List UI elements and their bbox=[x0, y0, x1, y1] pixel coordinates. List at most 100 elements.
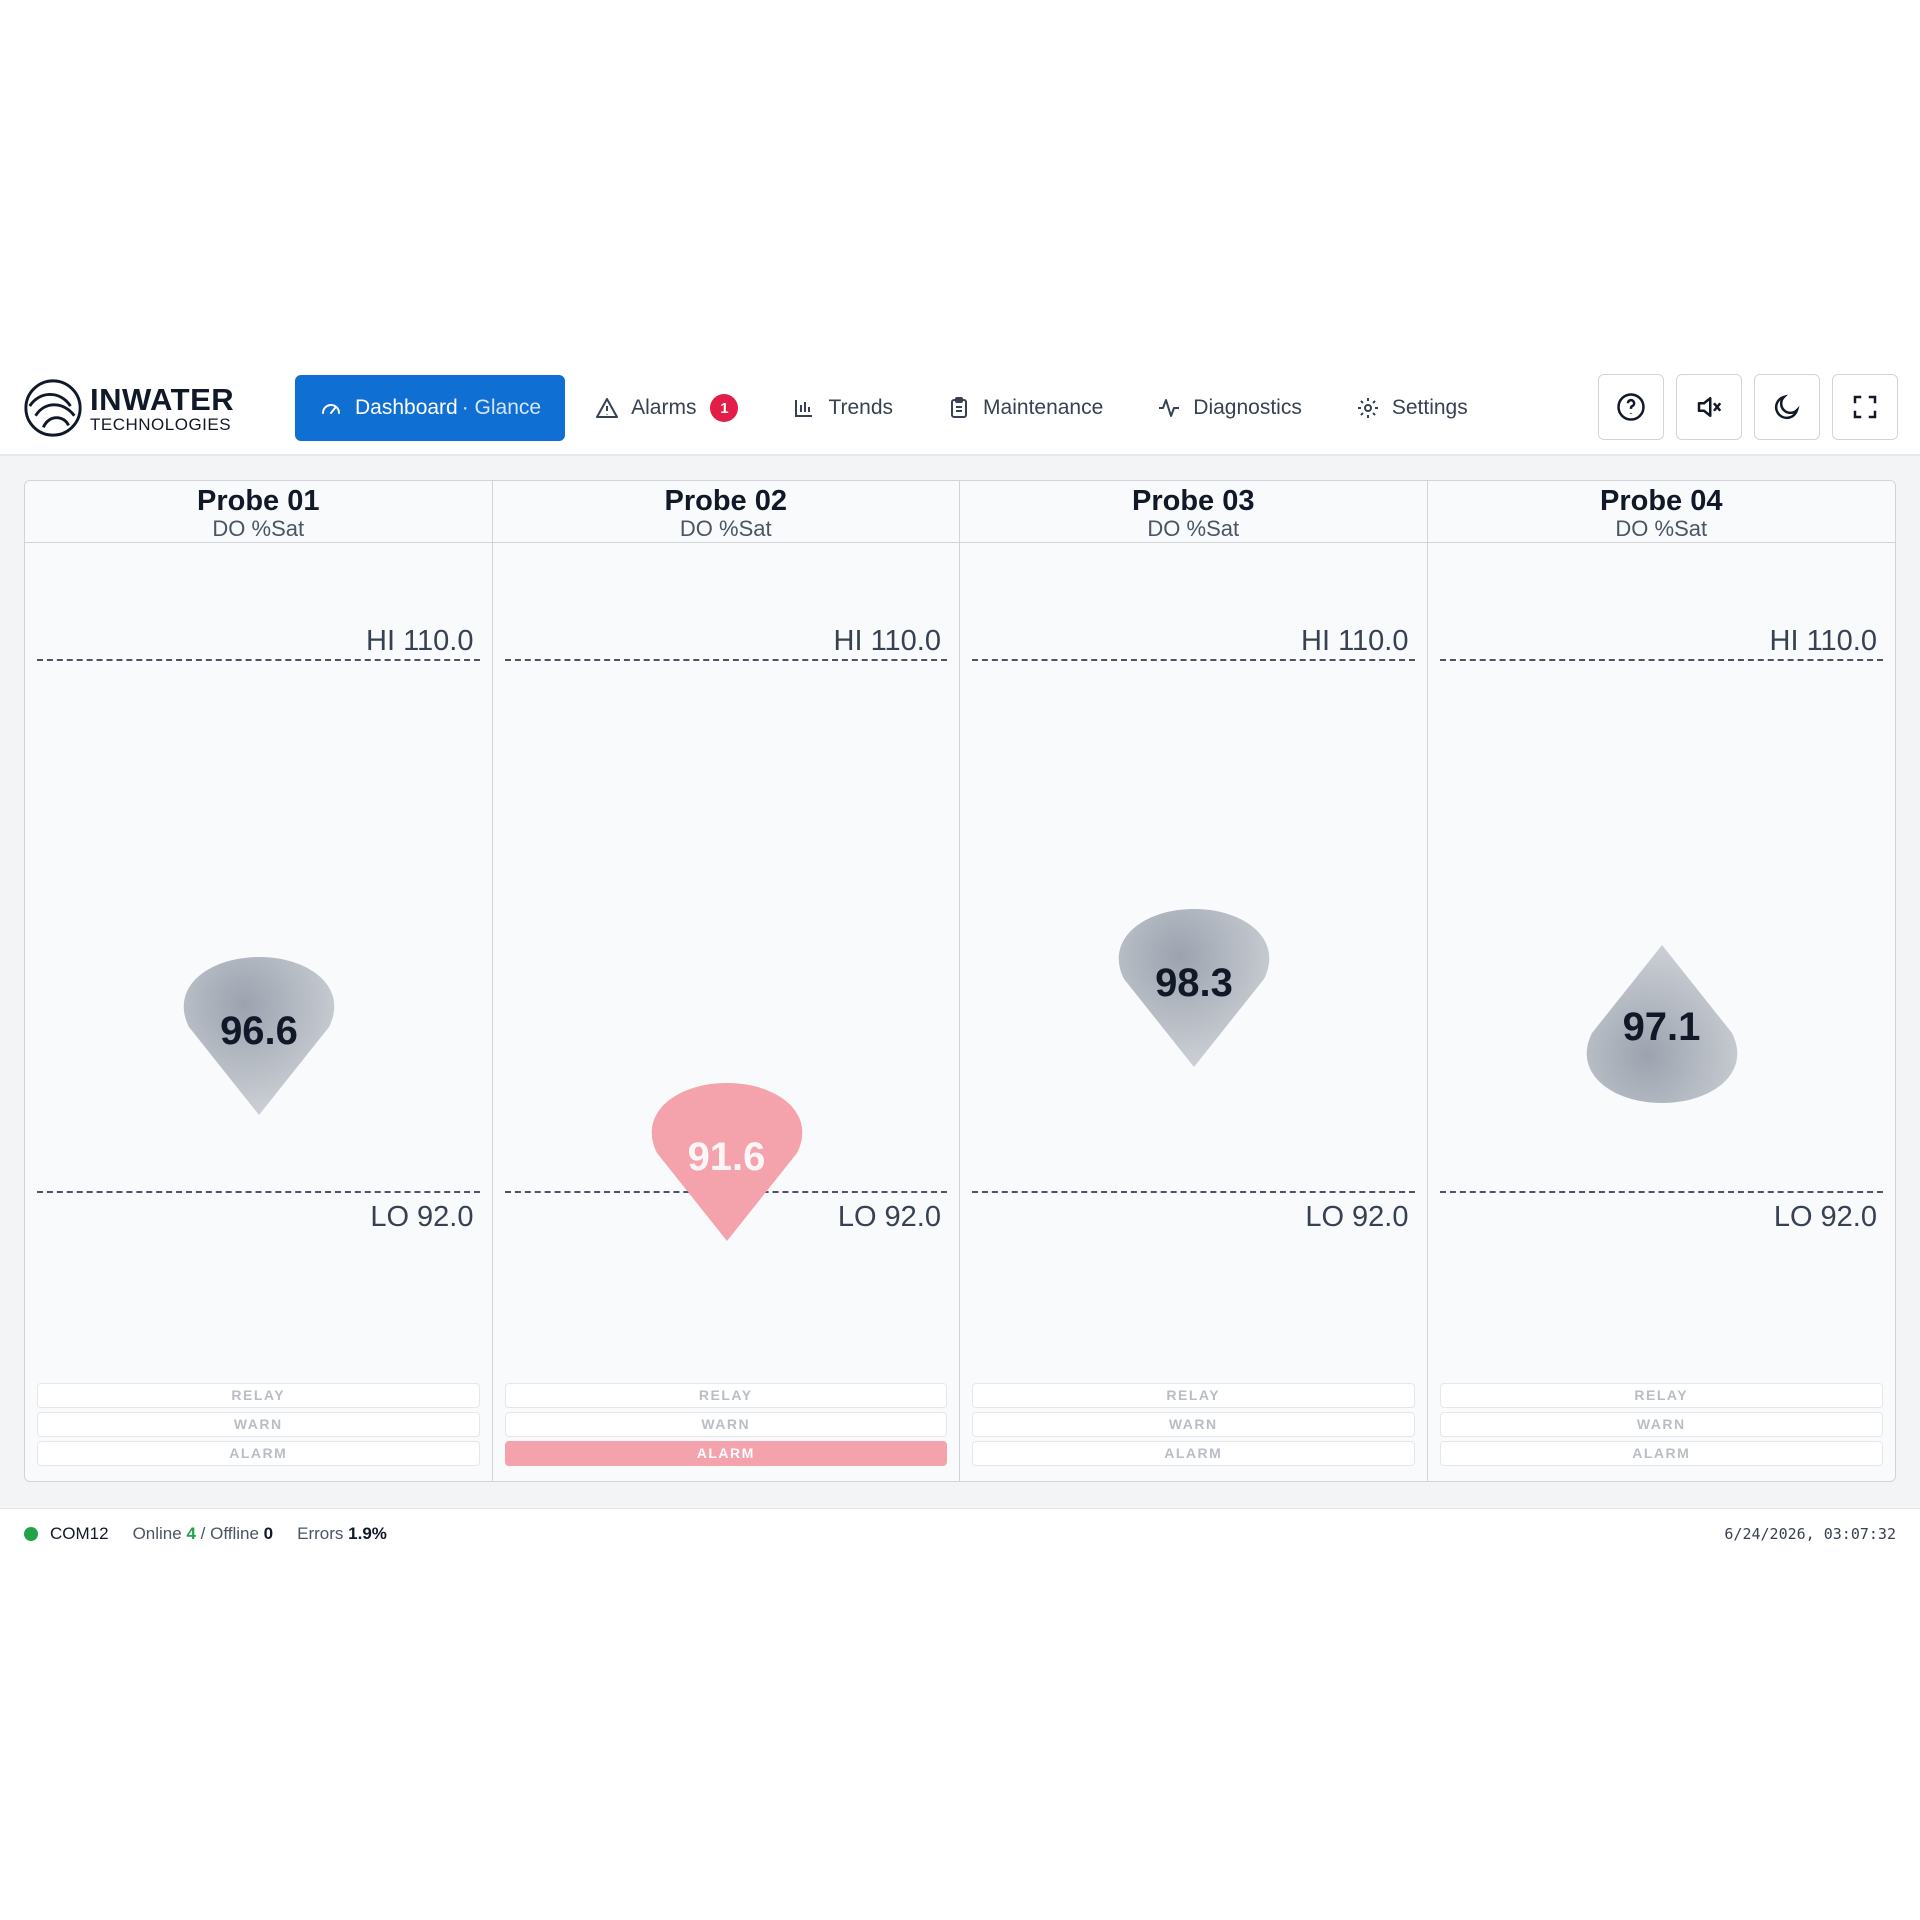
value-drop-marker: 97.1 bbox=[1582, 943, 1742, 1103]
errors-value: 1.9% bbox=[348, 1524, 387, 1543]
hi-threshold-label: HI 110.0 bbox=[1769, 625, 1877, 657]
moon-icon bbox=[1774, 394, 1800, 420]
relay-indicator: RELAY bbox=[504, 1383, 947, 1408]
probe-gauge: HI 110.0 LO 92.0 91.6 bbox=[493, 543, 960, 1371]
hi-threshold-line bbox=[37, 659, 480, 661]
probe-header: Probe 01 DO %Sat bbox=[25, 481, 492, 543]
nav-maintenance-label: Maintenance bbox=[983, 396, 1104, 419]
probe-gauge: HI 110.0 LO 92.0 96.6 bbox=[25, 543, 492, 1371]
warning-icon bbox=[595, 396, 619, 420]
hi-threshold-line bbox=[504, 659, 947, 661]
clipboard-icon bbox=[947, 396, 971, 420]
error-rate: Errors 1.9% bbox=[297, 1524, 387, 1544]
gauge-icon bbox=[319, 396, 343, 420]
dark-mode-button[interactable] bbox=[1754, 374, 1820, 440]
nav-settings[interactable]: Settings bbox=[1332, 375, 1492, 441]
probe-title: Probe 01 bbox=[197, 485, 320, 517]
probe-unit: DO %Sat bbox=[1147, 516, 1240, 541]
hi-threshold-line bbox=[972, 659, 1415, 661]
probe-card[interactable]: Probe 01 DO %Sat HI 110.0 LO 92.0 96.6 R… bbox=[25, 481, 493, 1481]
mute-button[interactable] bbox=[1676, 374, 1742, 440]
serial-port: COM12 bbox=[50, 1524, 109, 1543]
gear-icon bbox=[1356, 396, 1380, 420]
fullscreen-button[interactable] bbox=[1832, 374, 1898, 440]
nav-dashboard-sublabel: · Glance bbox=[461, 396, 542, 419]
help-icon bbox=[1617, 393, 1645, 421]
alarm-indicator: ALARM bbox=[504, 1441, 947, 1466]
mute-icon bbox=[1697, 397, 1722, 417]
toolbar bbox=[1586, 374, 1898, 440]
online-count: 4 bbox=[186, 1524, 196, 1543]
nav-maintenance[interactable]: Maintenance bbox=[923, 375, 1127, 441]
warn-indicator: WARN bbox=[972, 1412, 1415, 1437]
hi-threshold-label: HI 110.0 bbox=[833, 625, 941, 657]
brand-tagline: TECHNOLOGIES bbox=[90, 414, 232, 434]
probe-grid: Probe 01 DO %Sat HI 110.0 LO 92.0 96.6 R… bbox=[24, 480, 1896, 1482]
probe-gauge: HI 110.0 LO 92.0 98.3 bbox=[960, 543, 1427, 1371]
nav-alarms-label: Alarms bbox=[631, 396, 697, 419]
hi-threshold-label: HI 110.0 bbox=[366, 625, 474, 657]
lo-threshold-line bbox=[972, 1191, 1415, 1193]
status-indicators: RELAY WARN ALARM bbox=[504, 1383, 947, 1470]
online-status: Online 4 / Offline 0 bbox=[133, 1524, 274, 1544]
probe-unit: DO %Sat bbox=[212, 516, 305, 541]
pulse-icon bbox=[1157, 396, 1181, 420]
nav-diagnostics-label: Diagnostics bbox=[1193, 396, 1302, 419]
brand-logo[interactable]: INWATER TECHNOLOGIES bbox=[22, 376, 234, 440]
bar-chart-icon bbox=[792, 396, 816, 420]
offline-label: / Offline bbox=[200, 1524, 259, 1543]
inwater-logo-icon bbox=[24, 379, 82, 437]
nav-trends[interactable]: Trends bbox=[768, 375, 917, 441]
main-nav: Dashboard · Glance Alarms 1 Trends Maint… bbox=[295, 375, 1498, 441]
alarm-count-badge: 1 bbox=[710, 394, 739, 422]
probe-gauge: HI 110.0 LO 92.0 97.1 bbox=[1428, 543, 1896, 1371]
nav-diagnostics[interactable]: Diagnostics bbox=[1133, 375, 1326, 441]
alarm-indicator: ALARM bbox=[1439, 1441, 1883, 1466]
relay-indicator: RELAY bbox=[1439, 1383, 1883, 1408]
value-drop-marker: 91.6 bbox=[647, 1083, 807, 1243]
help-button[interactable] bbox=[1598, 374, 1664, 440]
probe-header: Probe 03 DO %Sat bbox=[960, 481, 1427, 543]
probe-title: Probe 02 bbox=[664, 485, 788, 517]
probe-card[interactable]: Probe 04 DO %Sat HI 110.0 LO 92.0 97.1 R… bbox=[1427, 481, 1896, 1481]
probe-value: 97.1 bbox=[1622, 1005, 1701, 1049]
warn-indicator: WARN bbox=[504, 1412, 947, 1437]
alarm-indicator: ALARM bbox=[37, 1441, 480, 1466]
probe-card[interactable]: Probe 03 DO %Sat HI 110.0 LO 92.0 98.3 R… bbox=[960, 481, 1428, 1481]
relay-indicator: RELAY bbox=[37, 1383, 480, 1408]
fullscreen-icon bbox=[1853, 395, 1877, 419]
probe-header: Probe 04 DO %Sat bbox=[1427, 481, 1895, 543]
status-indicators: RELAY WARN ALARM bbox=[37, 1383, 480, 1470]
nav-trends-label: Trends bbox=[828, 396, 894, 419]
nav-dashboard[interactable]: Dashboard · Glance bbox=[295, 375, 566, 441]
probe-value: 96.6 bbox=[220, 1009, 298, 1053]
brand-name: INWATER bbox=[90, 381, 235, 417]
probe-title: Probe 04 bbox=[1600, 485, 1723, 517]
status-indicators: RELAY WARN ALARM bbox=[972, 1383, 1415, 1470]
probe-title: Probe 03 bbox=[1132, 485, 1255, 517]
lo-threshold-label: LO 92.0 bbox=[837, 1201, 941, 1233]
offline-count: 0 bbox=[263, 1524, 274, 1543]
status-indicators: RELAY WARN ALARM bbox=[1439, 1383, 1883, 1470]
nav-settings-label: Settings bbox=[1391, 396, 1468, 419]
warn-indicator: WARN bbox=[37, 1412, 480, 1437]
timestamp: 6/24/2026, 03:07:32 bbox=[1724, 1525, 1896, 1543]
nav-alarms[interactable]: Alarms 1 bbox=[571, 375, 762, 441]
probe-unit: DO %Sat bbox=[1615, 516, 1708, 541]
probe-value: 91.6 bbox=[687, 1135, 766, 1179]
warn-indicator: WARN bbox=[1439, 1412, 1883, 1437]
lo-threshold-label: LO 92.0 bbox=[370, 1201, 474, 1233]
nav-dashboard-label: Dashboard bbox=[355, 396, 458, 419]
value-drop-marker: 98.3 bbox=[1114, 909, 1274, 1069]
probe-unit: DO %Sat bbox=[679, 516, 772, 541]
dashboard-main: Probe 01 DO %Sat HI 110.0 LO 92.0 96.6 R… bbox=[0, 456, 1920, 1508]
hi-threshold-label: HI 110.0 bbox=[1301, 625, 1409, 657]
probe-card[interactable]: Probe 02 DO %Sat HI 110.0 LO 92.0 91.6 R… bbox=[492, 481, 960, 1481]
online-label: Online bbox=[132, 1524, 182, 1543]
lo-threshold-line bbox=[37, 1191, 480, 1193]
probe-value: 98.3 bbox=[1155, 961, 1233, 1005]
connection-status-dot bbox=[24, 1527, 38, 1541]
hi-threshold-line bbox=[1439, 659, 1883, 661]
probe-header: Probe 02 DO %Sat bbox=[492, 481, 959, 543]
errors-label: Errors bbox=[297, 1524, 344, 1543]
